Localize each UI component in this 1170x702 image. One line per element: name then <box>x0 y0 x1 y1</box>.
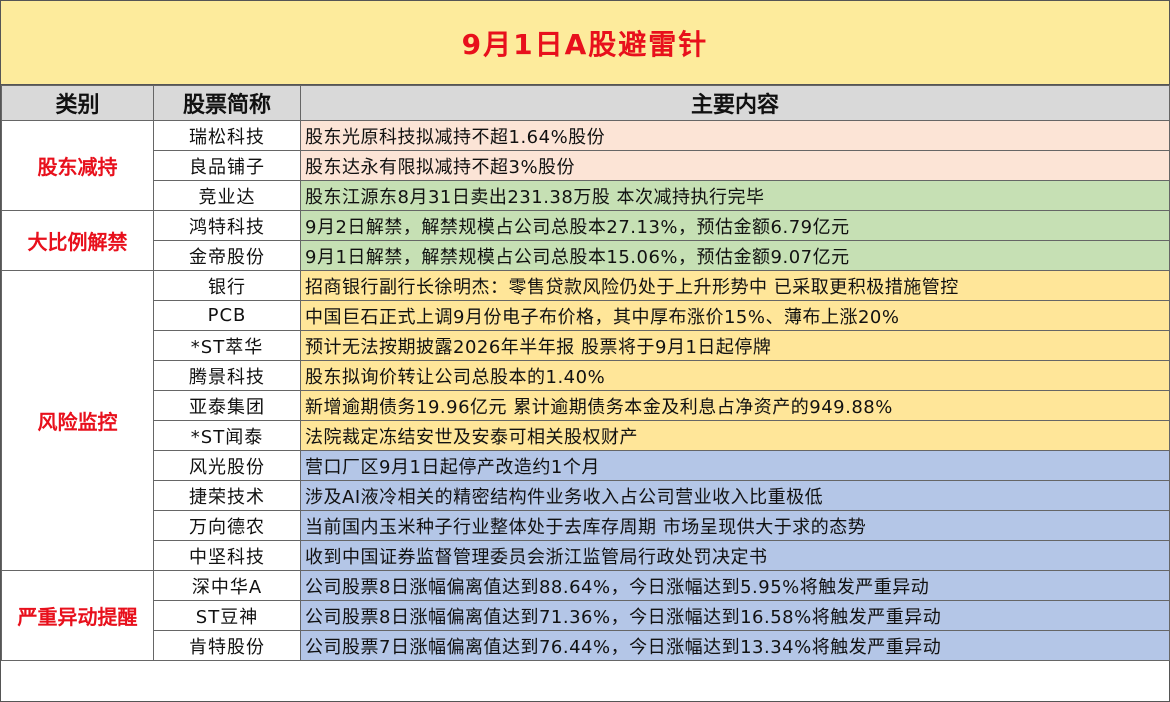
header-row: 类别 股票简称 主要内容 <box>1 85 1170 121</box>
table-row: 风光股份 营口厂区9月1日起停产改造约1个月 <box>2 450 1170 481</box>
title-bar: 9月1日A股避雷针 <box>1 1 1169 85</box>
content-cell: 公司股票7日涨幅偏离值达到76.44%，今日涨幅达到13.34%将触发严重异动 <box>300 630 1170 661</box>
header-category: 类别 <box>1 85 154 121</box>
stock-name-cell: 竞业达 <box>153 180 301 211</box>
category-cell: 严重异动提醒 <box>1 570 154 661</box>
stock-name-cell: 万向德农 <box>153 510 301 541</box>
table-row: PCB 中国巨石正式上调9月份电子布价格，其中厚布涨价15%、薄布上涨20% <box>2 300 1170 331</box>
table-row: 竞业达 股东江源东8月31日卖出231.38万股 本次减持执行完毕 <box>2 180 1170 211</box>
content-cell: 营口厂区9月1日起停产改造约1个月 <box>300 450 1170 481</box>
table-row: 亚泰集团 新增逾期债务19.96亿元 累计逾期债务本金及利息占净资产的949.88… <box>2 390 1170 421</box>
content-cell: 中国巨石正式上调9月份电子布价格，其中厚布涨价15%、薄布上涨20% <box>300 300 1170 331</box>
stock-name-cell: 瑞松科技 <box>153 120 301 151</box>
content-cell: 公司股票8日涨幅偏离值达到88.64%，今日涨幅达到5.95%将触发严重异动 <box>300 570 1170 601</box>
stock-name-cell: 深中华A <box>153 570 301 601</box>
stock-name-cell: 银行 <box>153 270 301 301</box>
stock-name-cell: 良品铺子 <box>153 150 301 181</box>
stock-name-cell: 金帝股份 <box>153 240 301 271</box>
content-cell: 股东达永有限拟减持不超3%股份 <box>300 150 1170 181</box>
content-cell: 当前国内玉米种子行业整体处于去库存周期 市场呈现供大于求的态势 <box>300 510 1170 541</box>
content-cell: 9月2日解禁，解禁规模占公司总股本27.13%，预估金额6.79亿元 <box>300 210 1170 241</box>
content-cell: 预计无法按期披露2026年半年报 股票将于9月1日起停牌 <box>300 330 1170 361</box>
table-row: 风险监控 银行 招商银行副行长徐明杰：零售贷款风险仍处于上升形势中 已采取更积极措施… <box>1 270 1170 571</box>
table-row: 股东减持 瑞松科技 股东光原科技拟减持不超1.64%股份 <box>1 120 1170 211</box>
table-row: 良品铺子 股东达永有限拟减持不超3%股份 <box>2 150 1170 181</box>
table-row: 中坚科技 收到中国证券监督管理委员会浙江监管局行政处罚决定书 <box>2 540 1170 571</box>
content-cell: 股东江源东8月31日卖出231.38万股 本次减持执行完毕 <box>300 180 1170 211</box>
table-row: 肯特股份 公司股票7日涨幅偏离值达到76.44%，今日涨幅达到13.34%将触发严… <box>2 630 1170 661</box>
stock-name-cell: PCB <box>153 300 301 331</box>
table-row: 捷荣技术 涉及AI液冷相关的精密结构件业务收入占公司营业收入比重极低 <box>2 480 1170 511</box>
header-content: 主要内容 <box>300 85 1170 121</box>
table-row: *ST闻泰 法院裁定冻结安世及安泰可相关股权财产 <box>2 420 1170 451</box>
table-body: 股东减持 瑞松科技 股东光原科技拟减持不超1.64%股份 良品铺子 股东达永有限拟减持不… <box>1 120 1170 661</box>
content-cell: 法院裁定冻结安世及安泰可相关股权财产 <box>300 420 1170 451</box>
content-cell: 公司股票8日涨幅偏离值达到71.36%，今日涨幅达到16.58%将触发严重异动 <box>300 600 1170 631</box>
header-stock: 股票简称 <box>153 85 301 121</box>
table-row: *ST萃华 预计无法按期披露2026年半年报 股票将于9月1日起停牌 <box>2 330 1170 361</box>
stock-name-cell: 肯特股份 <box>153 630 301 661</box>
content-cell: 涉及AI液冷相关的精密结构件业务收入占公司营业收入比重极低 <box>300 480 1170 511</box>
content-cell: 招商银行副行长徐明杰：零售贷款风险仍处于上升形势中 已采取更积极措施管控 <box>300 270 1170 301</box>
page-title: 9月1日A股避雷针 <box>461 27 709 61</box>
content-cell: 股东拟询价转让公司总股本的1.40% <box>300 360 1170 391</box>
table-row: 腾景科技 股东拟询价转让公司总股本的1.40% <box>2 360 1170 391</box>
category-cell: 风险监控 <box>1 270 154 571</box>
table-row: 大比例解禁 鸿特科技 9月2日解禁，解禁规模占公司总股本27.13%，预估金额6.7… <box>1 210 1170 271</box>
stock-name-cell: 鸿特科技 <box>153 210 301 241</box>
table-row: 金帝股份 9月1日解禁，解禁规模占公司总股本15.06%，预估金额9.07亿元 <box>2 240 1170 271</box>
stock-risk-table: 类别 股票简称 主要内容 股东减持 瑞松科技 股东光原科技拟减持不超1.64%股份良… <box>1 85 1170 661</box>
table-row: 万向德农 当前国内玉米种子行业整体处于去库存周期 市场呈现供大于求的态势 <box>2 510 1170 541</box>
stock-name-cell: ST豆神 <box>153 600 301 631</box>
content-cell: 9月1日解禁，解禁规模占公司总股本15.06%，预估金额9.07亿元 <box>300 240 1170 271</box>
table-row: 严重异动提醒 深中华A 公司股票8日涨幅偏离值达到88.64%，今日涨幅达到5.95… <box>1 570 1170 661</box>
risk-table-sheet: 9月1日A股避雷针 类别 股票简称 主要内容 股东减持 瑞松科技 股东光原科技拟减持… <box>0 0 1170 702</box>
stock-name-cell: 捷荣技术 <box>153 480 301 511</box>
content-cell: 股东光原科技拟减持不超1.64%股份 <box>300 120 1170 151</box>
stock-name-cell: *ST萃华 <box>153 330 301 361</box>
category-cell: 大比例解禁 <box>1 210 154 271</box>
content-cell: 收到中国证券监督管理委员会浙江监管局行政处罚决定书 <box>300 540 1170 571</box>
table-row: ST豆神 公司股票8日涨幅偏离值达到71.36%，今日涨幅达到16.58%将触发严… <box>2 600 1170 631</box>
stock-name-cell: 亚泰集团 <box>153 390 301 421</box>
stock-name-cell: 中坚科技 <box>153 540 301 571</box>
stock-name-cell: 风光股份 <box>153 450 301 481</box>
content-cell: 新增逾期债务19.96亿元 累计逾期债务本金及利息占净资产的949.88% <box>300 390 1170 421</box>
stock-name-cell: *ST闻泰 <box>153 420 301 451</box>
category-cell: 股东减持 <box>1 120 154 211</box>
stock-name-cell: 腾景科技 <box>153 360 301 391</box>
